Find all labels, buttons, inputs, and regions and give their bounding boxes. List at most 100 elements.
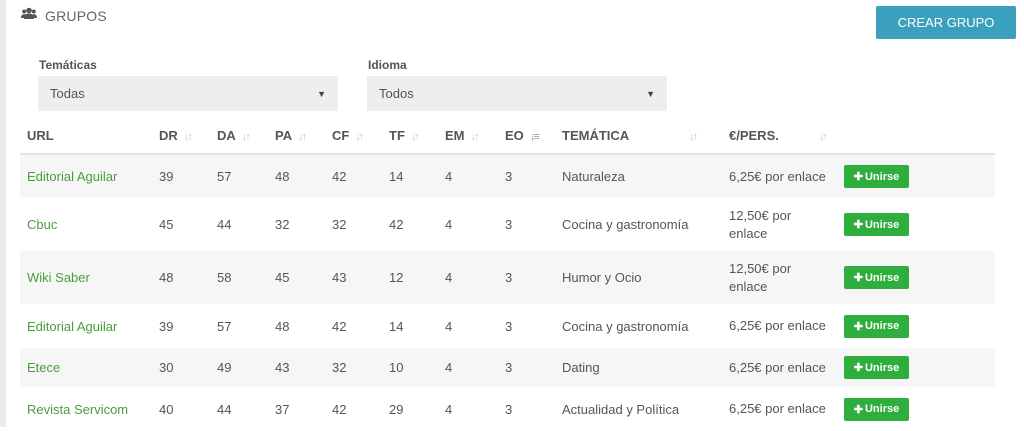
tematicas-select-value: Todas: [50, 86, 85, 101]
row-eo: 3: [505, 360, 513, 375]
idioma-select-value: Todos: [379, 86, 414, 101]
row-pa: 48: [275, 318, 290, 334]
row-actions: ✚ Unirse: [837, 348, 995, 387]
row-price: 6,25€ por enlace: [729, 168, 826, 184]
sort-icon: ↓↑: [355, 130, 364, 143]
join-button[interactable]: ✚ Unirse: [844, 314, 909, 338]
row-cf: 42: [332, 318, 347, 334]
row-em: 4: [445, 270, 453, 285]
row-pa: 48: [275, 169, 290, 184]
row-url-link[interactable]: Wiki Saber: [20, 251, 152, 304]
row-da: 58: [217, 270, 232, 285]
row-dr: 39: [159, 318, 174, 334]
chevron-down-icon: ▼: [646, 88, 655, 99]
column-header-em[interactable]: EM ↓↑: [438, 117, 498, 155]
idioma-select[interactable]: Todos ▼: [367, 76, 667, 111]
table-row: Editorial Aguilar 39 57 48 42 14 4 3 Coc…: [20, 304, 995, 348]
plus-icon: ✚: [853, 362, 863, 374]
plus-icon: ✚: [853, 272, 863, 284]
row-da: 49: [217, 360, 232, 375]
row-tematica: Humor y Ocio: [562, 270, 642, 285]
tematicas-select[interactable]: Todas ▼: [38, 76, 338, 111]
row-tematica: Actualidad y Política: [562, 401, 680, 417]
row-da: 57: [217, 169, 232, 184]
column-header-cf[interactable]: CF ↓↑: [325, 117, 382, 155]
row-actions: ✚ Unirse: [837, 198, 995, 251]
join-button[interactable]: ✚ Unirse: [844, 356, 909, 379]
column-header-actions: [837, 117, 995, 155]
left-sidebar-edge: [0, 0, 6, 427]
join-button-label: Unirse: [864, 218, 900, 231]
row-dr: 39: [159, 169, 174, 184]
join-button[interactable]: ✚ Unirse: [844, 165, 909, 188]
row-em: 4: [445, 169, 453, 184]
row-url-link[interactable]: Etece: [20, 348, 152, 387]
chevron-down-icon: ▼: [317, 88, 326, 99]
create-group-button[interactable]: CREAR GRUPO: [876, 6, 1016, 39]
users-icon: [21, 7, 37, 25]
row-dr: 45: [159, 217, 174, 232]
join-button-label: Unirse: [864, 170, 900, 183]
row-price: 12,50€ por enlace: [729, 207, 792, 241]
page-header: GRUPOS: [21, 7, 107, 25]
sort-icon: ↓↑: [241, 130, 251, 143]
row-actions: ✚ Unirse: [837, 387, 995, 431]
join-button-label: Unirse: [864, 271, 900, 284]
row-actions: ✚ Unirse: [837, 154, 995, 198]
row-pa: 45: [275, 270, 290, 285]
sort-desc-icon: ↓≡: [529, 130, 540, 143]
row-url-link[interactable]: Editorial Aguilar: [20, 304, 152, 348]
row-actions: ✚ Unirse: [837, 304, 995, 348]
row-em: 4: [445, 360, 453, 375]
join-button-label: Unirse: [864, 361, 900, 374]
column-header-pa[interactable]: PA ↓↑: [268, 117, 325, 155]
column-header-tematica[interactable]: TEMÁTICA ↓↑: [555, 117, 722, 155]
row-tf: 42: [389, 217, 404, 232]
row-dr: 48: [159, 270, 174, 285]
row-dr: 30: [159, 360, 174, 375]
row-tematica: Cocina y gastronomía: [562, 217, 689, 232]
join-button-label: Unirse: [864, 403, 900, 415]
sort-icon: ↓↑: [183, 130, 193, 143]
column-header-price[interactable]: €/PERS. ↓↑: [722, 117, 837, 155]
table-header-row: URL DR ↓↑ DA ↓↑ PA ↓↑ CF ↓↑ TF ↓↑ EM ↓↑ EO ↓≡ T…: [20, 117, 995, 155]
row-price: 12,50€ por enlace: [729, 260, 792, 294]
row-url-link[interactable]: Revista Servicom: [20, 387, 152, 431]
row-actions: ✚ Unirse: [837, 251, 995, 304]
table-row: Etece 30 49 43 32 10 4 3 Dating 6,25€ po…: [20, 348, 995, 387]
groups-table: URL DR ↓↑ DA ↓↑ PA ↓↑ CF ↓↑ TF ↓↑ EM ↓↑ EO ↓≡ T…: [20, 117, 995, 431]
row-price: 6,25€ por enlace: [729, 318, 826, 333]
sort-icon: ↓↑: [470, 130, 480, 143]
row-pa: 43: [275, 360, 290, 375]
row-da: 44: [217, 401, 232, 417]
row-tf: 29: [389, 401, 404, 417]
column-header-tf[interactable]: TF ↓↑: [382, 117, 438, 155]
join-button[interactable]: ✚ Unirse: [844, 266, 909, 289]
plus-icon: ✚: [853, 219, 863, 231]
column-header-da[interactable]: DA ↓↑: [210, 117, 268, 155]
row-tematica: Dating: [562, 360, 600, 375]
idioma-filter: Idioma Todos ▼: [367, 58, 667, 111]
row-cf: 32: [332, 360, 347, 375]
row-price: 6,25€ por enlace: [729, 359, 826, 375]
column-header-eo[interactable]: EO ↓≡: [498, 117, 555, 155]
row-tf: 10: [389, 360, 404, 375]
row-url-link[interactable]: Editorial Aguilar: [20, 154, 152, 198]
row-pa: 32: [275, 217, 290, 232]
row-cf: 32: [332, 217, 347, 232]
join-button[interactable]: ✚ Unirse: [844, 213, 909, 236]
column-header-dr[interactable]: DR ↓↑: [152, 117, 210, 155]
idioma-label: Idioma: [368, 58, 407, 72]
row-tf: 14: [389, 169, 404, 184]
row-dr: 40: [159, 401, 174, 417]
row-url-link[interactable]: Cbuc: [20, 198, 152, 251]
join-button[interactable]: ✚ Unirse: [844, 397, 909, 421]
sort-icon: ↓↑: [689, 130, 698, 143]
tematicas-label: Temáticas: [39, 58, 97, 72]
row-tematica: Cocina y gastronomía: [562, 318, 689, 334]
row-tf: 14: [389, 318, 404, 334]
column-header-url[interactable]: URL: [20, 117, 152, 155]
row-eo: 3: [505, 217, 513, 232]
plus-icon: ✚: [853, 171, 863, 183]
row-cf: 43: [332, 270, 347, 285]
